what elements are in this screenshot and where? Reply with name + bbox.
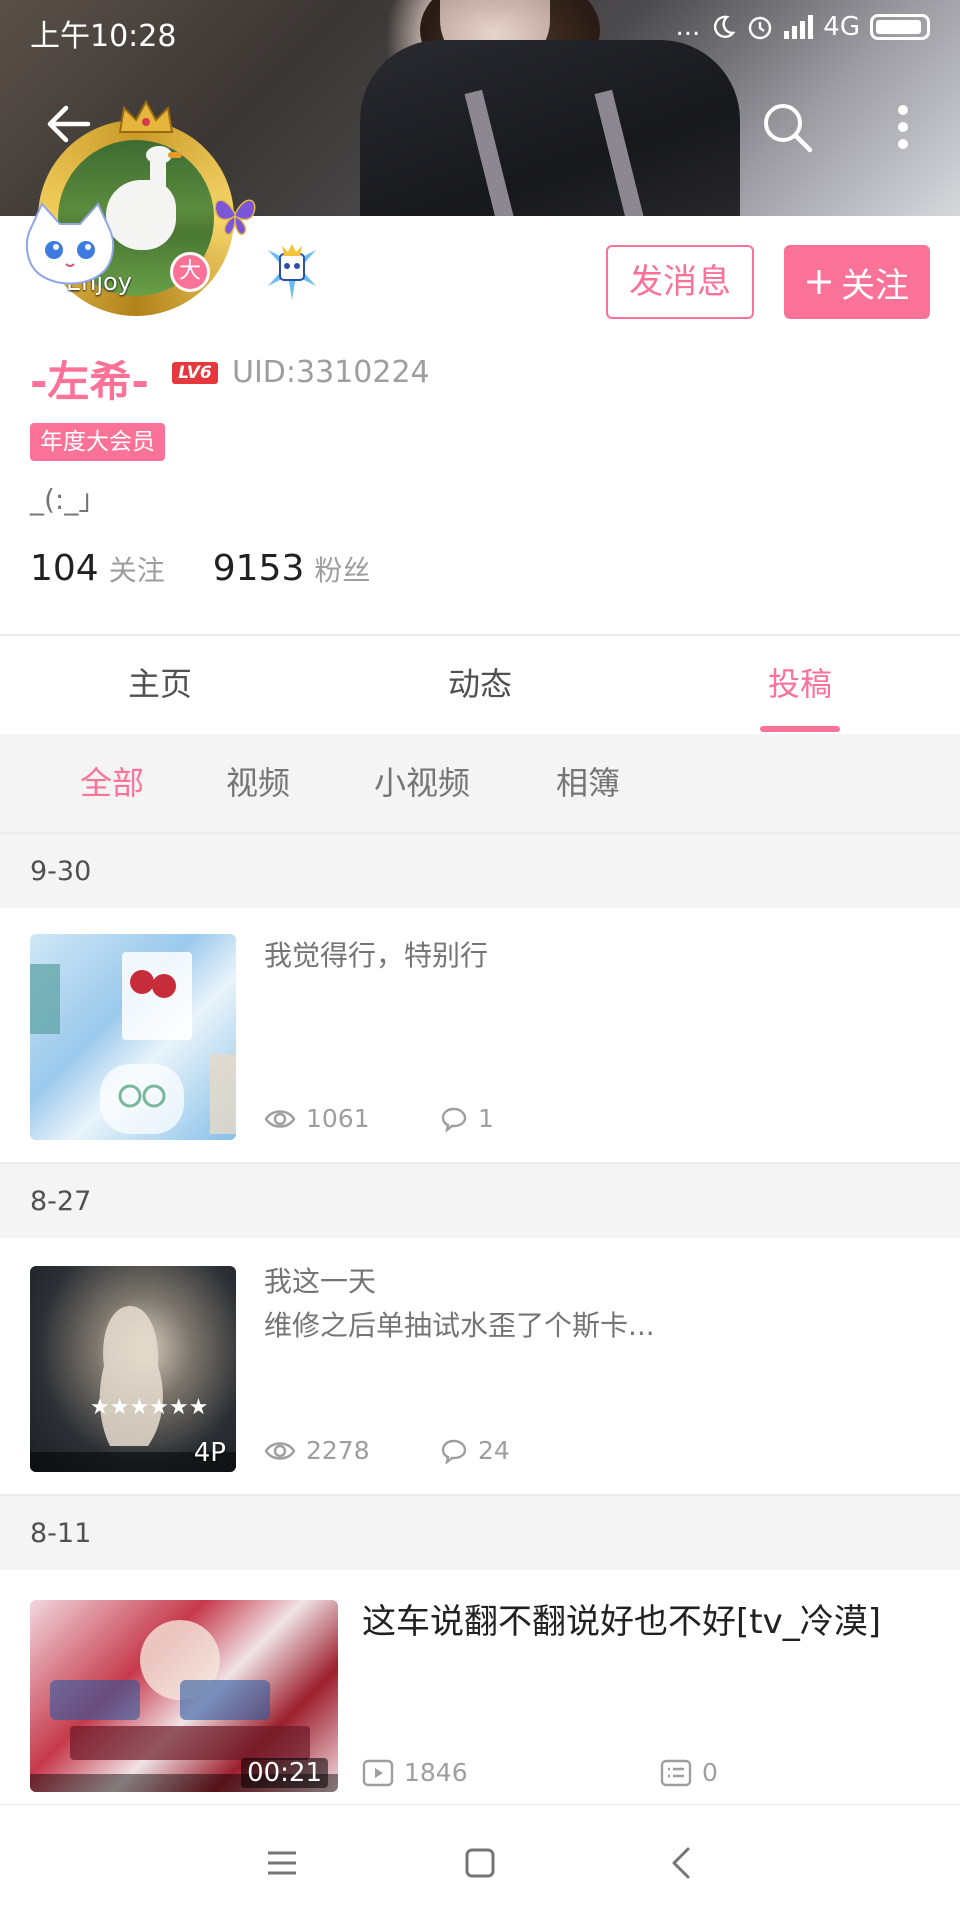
comment-count: 1 [440, 1104, 494, 1133]
cat-mascot-icon [25, 202, 115, 285]
status-bar: 上午10:28 ... 4G [0, 0, 960, 60]
play-count: 1846 [362, 1758, 468, 1787]
battery-icon [870, 14, 930, 40]
comment-count: 24 [440, 1436, 510, 1465]
album-thumbnail[interactable] [30, 934, 236, 1140]
image-count-tag: 4P [193, 1438, 226, 1468]
pendant-badge-icon [268, 244, 316, 300]
plus-icon [807, 270, 831, 294]
home-square-icon[interactable] [458, 1841, 502, 1885]
list-item[interactable]: 00:21 这车说翻不翻说好也不好[tv_冷漠] 1846 0 [0, 1570, 960, 1804]
eye-icon [264, 1441, 296, 1460]
signature: _(:_」 [30, 483, 107, 516]
date-header: 8-11 [0, 1494, 960, 1570]
search-icon[interactable] [760, 100, 814, 154]
network-type: 4G [823, 12, 860, 42]
svg-text:★★★★★★: ★★★★★★ [90, 1395, 208, 1420]
list-item[interactable]: 我觉得行，特别行 1061 1 [0, 908, 960, 1162]
tab-indicator [760, 726, 840, 732]
item-title: 这车说翻不翻说好也不好[tv_冷漠] [362, 1602, 881, 1642]
user-id: UID:3310224 [232, 355, 430, 390]
item-title: 我觉得行，特别行 [264, 939, 489, 972]
view-count: 2278 [264, 1436, 370, 1465]
system-nav-bar [0, 1804, 960, 1920]
list-item[interactable]: ★★★★★★ 4P 我这一天 维修之后单抽试水歪了个斯卡... 2278 24 [0, 1238, 960, 1494]
back-icon[interactable] [660, 1841, 704, 1885]
username: -左希- [30, 357, 149, 406]
followers-stat[interactable]: 9153 粉丝 [213, 548, 371, 589]
filter-album[interactable]: 相簿 [556, 734, 620, 832]
level-badge: LV6 [172, 362, 218, 384]
album-thumbnail-art [30, 952, 236, 1134]
filter-short-video[interactable]: 小视频 [374, 734, 470, 832]
following-stat[interactable]: 104 关注 [30, 548, 165, 589]
butterfly-icon [214, 199, 256, 236]
album-thumbnail[interactable]: ★★★★★★ 4P [30, 1266, 236, 1472]
danmaku-count: 0 [660, 1758, 718, 1787]
big-member-badge: 大 [170, 252, 210, 292]
crown-icon [118, 100, 174, 133]
filter-video[interactable]: 视频 [226, 734, 290, 832]
profile-tabs: 主页 动态 投稿 [0, 636, 960, 732]
more-vertical-icon[interactable] [896, 104, 910, 150]
moon-icon [714, 15, 736, 38]
alarm-icon [749, 16, 772, 40]
danmaku-icon [660, 1759, 692, 1786]
send-message-button[interactable]: 发消息 [606, 245, 754, 319]
signal-icon [784, 15, 814, 39]
date-header: 8-27 [0, 1162, 960, 1238]
view-count: 1061 [264, 1104, 370, 1133]
status-dots: ... [675, 12, 701, 42]
item-title: 我这一天 [264, 1265, 377, 1298]
status-time: 上午10:28 [30, 19, 177, 54]
comment-icon [441, 1107, 467, 1132]
tab-home[interactable]: 主页 [80, 636, 240, 732]
filter-all[interactable]: 全部 [80, 734, 144, 832]
video-duration: 00:21 [241, 1758, 328, 1788]
follow-button[interactable]: 关注 [784, 245, 930, 319]
avatar-with-frame[interactable]: Enjoy 大 [20, 100, 260, 320]
follow-label: 关注 [841, 265, 909, 306]
comment-icon [441, 1439, 467, 1464]
tab-dynamics[interactable]: 动态 [400, 636, 560, 732]
tab-submissions[interactable]: 投稿 [720, 636, 880, 732]
item-subtitle: 维修之后单抽试水歪了个斯卡... [264, 1309, 655, 1342]
eye-icon [264, 1109, 296, 1128]
profile-stats: 104 关注 9153 粉丝 [30, 548, 370, 589]
menu-icon[interactable] [260, 1841, 304, 1885]
vip-badge[interactable]: 年度大会员 [30, 423, 165, 461]
video-thumbnail[interactable]: 00:21 [30, 1600, 338, 1792]
play-icon [362, 1759, 394, 1786]
date-header: 9-30 [0, 832, 960, 908]
submission-filter-tabs: 全部 视频 小视频 相簿 [0, 734, 960, 832]
